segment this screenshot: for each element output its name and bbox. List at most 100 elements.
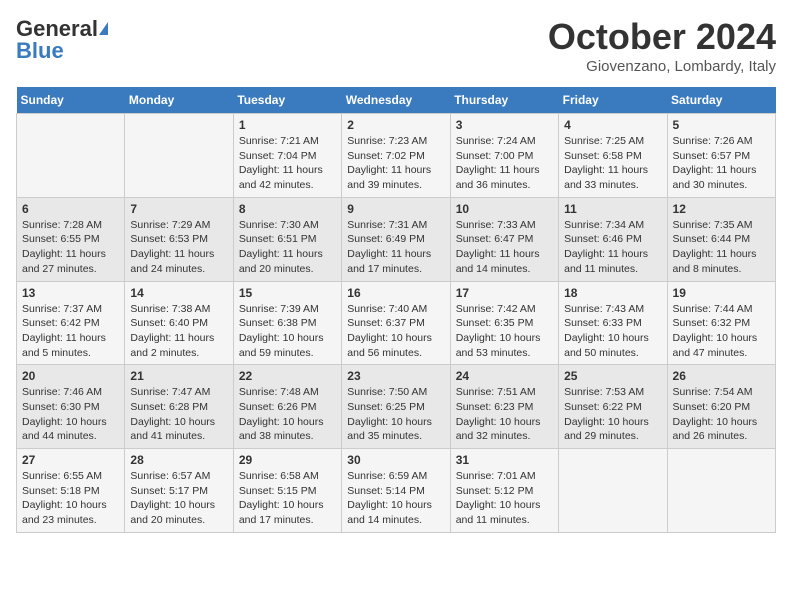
day-number: 18 xyxy=(564,286,661,300)
cell-content: Sunrise: 7:25 AMSunset: 6:58 PMDaylight:… xyxy=(564,134,661,193)
calendar-cell: 25 Sunrise: 7:53 AMSunset: 6:22 PMDayligh… xyxy=(559,365,667,449)
calendar-cell: 10Sunrise: 7:33 AMSunset: 6:47 PMDayligh… xyxy=(450,197,558,281)
calendar-cell: 7Sunrise: 7:29 AMSunset: 6:53 PMDaylight… xyxy=(125,197,233,281)
col-header-thursday: Thursday xyxy=(450,87,558,114)
cell-content: Sunrise: 7:40 AMSunset: 6:37 PMDaylight:… xyxy=(347,302,444,361)
page-header: General Blue October 2024 Giovenzano, Lo… xyxy=(16,16,776,75)
calendar-cell: 31Sunrise: 7:01 AMSunset: 5:12 PMDayligh… xyxy=(450,449,558,533)
col-header-saturday: Saturday xyxy=(667,87,775,114)
calendar-cell: 16Sunrise: 7:40 AMSunset: 6:37 PMDayligh… xyxy=(342,281,450,365)
cell-content: Sunrise: 7:24 AMSunset: 7:00 PMDaylight:… xyxy=(456,134,553,193)
calendar-header-row: SundayMondayTuesdayWednesdayThursdayFrid… xyxy=(17,87,776,114)
cell-content: Sunrise: 7:47 AMSunset: 6:28 PMDaylight:… xyxy=(130,385,227,444)
calendar-cell: 13 Sunrise: 7:37 AMSunset: 6:42 PMDayligh… xyxy=(17,281,125,365)
calendar-cell: 19Sunrise: 7:44 AMSunset: 6:32 PMDayligh… xyxy=(667,281,775,365)
cell-content: Sunrise: 7:42 AMSunset: 6:35 PMDaylight:… xyxy=(456,302,553,361)
col-header-sunday: Sunday xyxy=(17,87,125,114)
cell-content: Sunrise: 7:35 AMSunset: 6:44 PMDaylight:… xyxy=(673,218,770,277)
cell-content: Sunrise: 7:48 AMSunset: 6:26 PMDaylight:… xyxy=(239,385,336,444)
cell-content: Sunrise: 7:39 AMSunset: 6:38 PMDaylight:… xyxy=(239,302,336,361)
day-number: 30 xyxy=(347,453,444,467)
cell-content: Sunrise: 7:21 AMSunset: 7:04 PMDaylight:… xyxy=(239,134,336,193)
cell-content: Sunrise: 7:38 AMSunset: 6:40 PMDaylight:… xyxy=(130,302,227,361)
day-number: 27 xyxy=(22,453,119,467)
calendar-cell: 28Sunrise: 6:57 AMSunset: 5:17 PMDayligh… xyxy=(125,449,233,533)
calendar-cell: 2 Sunrise: 7:23 AMSunset: 7:02 PMDaylight… xyxy=(342,114,450,198)
logo-triangle-icon xyxy=(99,22,108,35)
calendar-cell: 24Sunrise: 7:51 AMSunset: 6:23 PMDayligh… xyxy=(450,365,558,449)
day-number: 13 xyxy=(22,286,119,300)
calendar-cell: 6 Sunrise: 7:28 AMSunset: 6:55 PMDaylight… xyxy=(17,197,125,281)
calendar-cell xyxy=(667,449,775,533)
calendar-cell: 20Sunrise: 7:46 AMSunset: 6:30 PMDayligh… xyxy=(17,365,125,449)
calendar-cell: 27 Sunrise: 6:55 AMSunset: 5:18 PMDayligh… xyxy=(17,449,125,533)
cell-content: Sunrise: 7:30 AMSunset: 6:51 PMDaylight:… xyxy=(239,218,336,277)
calendar-week-4: 20Sunrise: 7:46 AMSunset: 6:30 PMDayligh… xyxy=(17,365,776,449)
calendar-cell: 23 Sunrise: 7:50 AMSunset: 6:25 PMDayligh… xyxy=(342,365,450,449)
calendar-cell: 30 Sunrise: 6:59 AMSunset: 5:14 PMDayligh… xyxy=(342,449,450,533)
calendar-cell: 1 Sunrise: 7:21 AMSunset: 7:04 PMDaylight… xyxy=(233,114,341,198)
day-number: 25 xyxy=(564,369,661,383)
day-number: 5 xyxy=(673,118,770,132)
logo: General Blue xyxy=(16,16,108,64)
day-number: 12 xyxy=(673,202,770,216)
calendar-cell: 15 Sunrise: 7:39 AMSunset: 6:38 PMDayligh… xyxy=(233,281,341,365)
calendar-cell: 14Sunrise: 7:38 AMSunset: 6:40 PMDayligh… xyxy=(125,281,233,365)
cell-content: Sunrise: 7:50 AMSunset: 6:25 PMDaylight:… xyxy=(347,385,444,444)
day-number: 24 xyxy=(456,369,553,383)
cell-content: Sunrise: 7:23 AMSunset: 7:02 PMDaylight:… xyxy=(347,134,444,193)
col-header-friday: Friday xyxy=(559,87,667,114)
cell-content: Sunrise: 7:46 AMSunset: 6:30 PMDaylight:… xyxy=(22,385,119,444)
day-number: 23 xyxy=(347,369,444,383)
calendar-week-3: 13 Sunrise: 7:37 AMSunset: 6:42 PMDayligh… xyxy=(17,281,776,365)
day-number: 21 xyxy=(130,369,227,383)
col-header-monday: Monday xyxy=(125,87,233,114)
calendar-cell: 22 Sunrise: 7:48 AMSunset: 6:26 PMDayligh… xyxy=(233,365,341,449)
month-title: October 2024 xyxy=(548,16,776,58)
cell-content: Sunrise: 7:53 AMSunset: 6:22 PMDaylight:… xyxy=(564,385,661,444)
cell-content: Sunrise: 7:37 AMSunset: 6:42 PMDaylight:… xyxy=(22,302,119,361)
calendar-cell: 11Sunrise: 7:34 AMSunset: 6:46 PMDayligh… xyxy=(559,197,667,281)
title-block: October 2024 Giovenzano, Lombardy, Italy xyxy=(548,16,776,75)
day-number: 6 xyxy=(22,202,119,216)
calendar-cell: 4 Sunrise: 7:25 AMSunset: 6:58 PMDaylight… xyxy=(559,114,667,198)
day-number: 11 xyxy=(564,202,661,216)
cell-content: Sunrise: 7:26 AMSunset: 6:57 PMDaylight:… xyxy=(673,134,770,193)
cell-content: Sunrise: 7:29 AMSunset: 6:53 PMDaylight:… xyxy=(130,218,227,277)
cell-content: Sunrise: 6:59 AMSunset: 5:14 PMDaylight:… xyxy=(347,469,444,528)
cell-content: Sunrise: 7:01 AMSunset: 5:12 PMDaylight:… xyxy=(456,469,553,528)
calendar-cell: 21 Sunrise: 7:47 AMSunset: 6:28 PMDayligh… xyxy=(125,365,233,449)
calendar-cell: 3 Sunrise: 7:24 AMSunset: 7:00 PMDaylight… xyxy=(450,114,558,198)
col-header-wednesday: Wednesday xyxy=(342,87,450,114)
day-number: 26 xyxy=(673,369,770,383)
day-number: 17 xyxy=(456,286,553,300)
calendar-week-1: 1 Sunrise: 7:21 AMSunset: 7:04 PMDaylight… xyxy=(17,114,776,198)
day-number: 29 xyxy=(239,453,336,467)
calendar-cell xyxy=(125,114,233,198)
calendar-week-2: 6 Sunrise: 7:28 AMSunset: 6:55 PMDaylight… xyxy=(17,197,776,281)
cell-content: Sunrise: 7:43 AMSunset: 6:33 PMDaylight:… xyxy=(564,302,661,361)
calendar-cell: 18 Sunrise: 7:43 AMSunset: 6:33 PMDayligh… xyxy=(559,281,667,365)
calendar-cell xyxy=(17,114,125,198)
day-number: 4 xyxy=(564,118,661,132)
day-number: 2 xyxy=(347,118,444,132)
cell-content: Sunrise: 6:58 AMSunset: 5:15 PMDaylight:… xyxy=(239,469,336,528)
cell-content: Sunrise: 7:31 AMSunset: 6:49 PMDaylight:… xyxy=(347,218,444,277)
cell-content: Sunrise: 7:28 AMSunset: 6:55 PMDaylight:… xyxy=(22,218,119,277)
day-number: 1 xyxy=(239,118,336,132)
calendar-cell xyxy=(559,449,667,533)
day-number: 22 xyxy=(239,369,336,383)
day-number: 9 xyxy=(347,202,444,216)
day-number: 10 xyxy=(456,202,553,216)
location: Giovenzano, Lombardy, Italy xyxy=(548,58,776,75)
calendar-cell: 9 Sunrise: 7:31 AMSunset: 6:49 PMDaylight… xyxy=(342,197,450,281)
calendar-cell: 17 Sunrise: 7:42 AMSunset: 6:35 PMDayligh… xyxy=(450,281,558,365)
day-number: 3 xyxy=(456,118,553,132)
day-number: 15 xyxy=(239,286,336,300)
cell-content: Sunrise: 6:55 AMSunset: 5:18 PMDaylight:… xyxy=(22,469,119,528)
day-number: 8 xyxy=(239,202,336,216)
calendar-cell: 8 Sunrise: 7:30 AMSunset: 6:51 PMDaylight… xyxy=(233,197,341,281)
calendar-cell: 5 Sunrise: 7:26 AMSunset: 6:57 PMDaylight… xyxy=(667,114,775,198)
cell-content: Sunrise: 7:54 AMSunset: 6:20 PMDaylight:… xyxy=(673,385,770,444)
calendar-cell: 29 Sunrise: 6:58 AMSunset: 5:15 PMDayligh… xyxy=(233,449,341,533)
